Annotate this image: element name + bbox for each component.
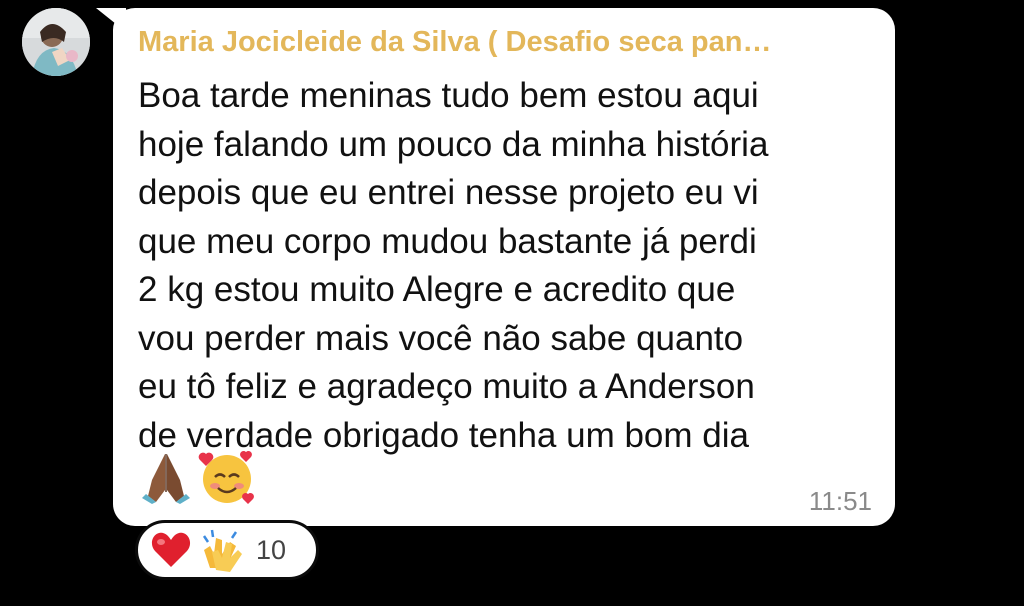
reactions-pill[interactable]: 10 xyxy=(135,520,319,580)
folded-hands-icon xyxy=(142,454,190,504)
chat-screen: Maria Jocicleide da Silva ( Desafio seca… xyxy=(0,0,1024,606)
smiling-face-with-hearts-icon xyxy=(198,450,254,504)
sender-name[interactable]: Maria Jocicleide da Silva ( Desafio seca… xyxy=(138,24,858,60)
reaction-count: 10 xyxy=(256,534,287,565)
message-emojis xyxy=(142,448,256,506)
message-timestamp: 11:51 xyxy=(808,486,872,516)
avatar-photo-icon xyxy=(22,8,90,76)
message-text: Boa tarde meninas tudo bem estou aqui ho… xyxy=(138,76,769,455)
clapping-hands-icon xyxy=(202,529,242,572)
avatar[interactable] xyxy=(22,8,90,76)
red-heart-icon xyxy=(151,532,191,567)
